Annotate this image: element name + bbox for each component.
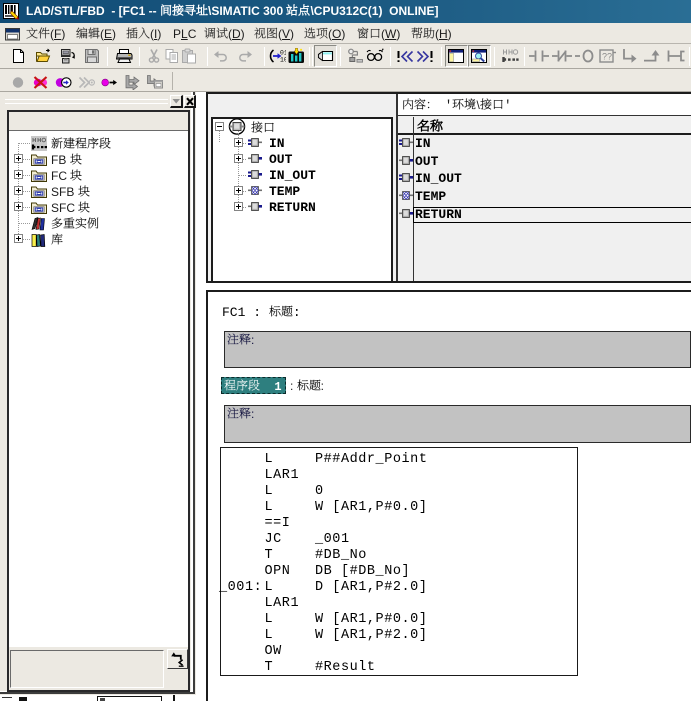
svg-text:??: ?? bbox=[602, 52, 612, 62]
svg-text:01: 01 bbox=[280, 50, 286, 57]
svg-text:10: 10 bbox=[280, 57, 286, 64]
